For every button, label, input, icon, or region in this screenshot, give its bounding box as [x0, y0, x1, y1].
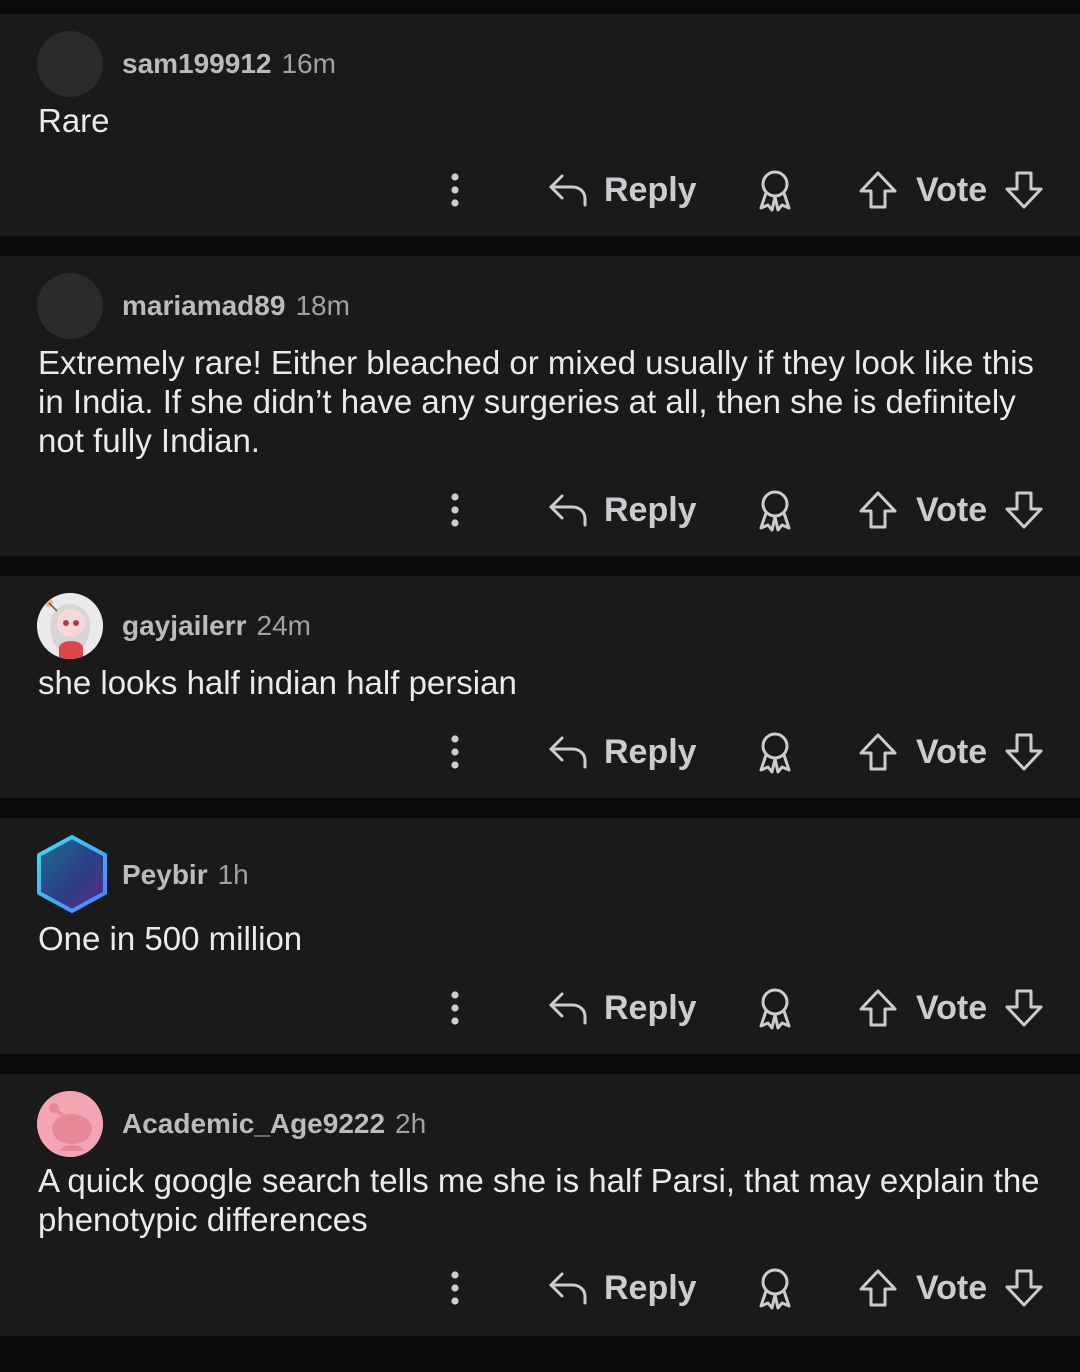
- upvote-arrow-icon: [858, 170, 898, 210]
- upvote-button[interactable]: [858, 988, 898, 1028]
- award-icon: [754, 1266, 796, 1310]
- award-icon: [754, 986, 796, 1030]
- reply-label: Reply: [604, 1268, 697, 1307]
- user-avatar[interactable]: [37, 1091, 103, 1157]
- timestamp: 1h: [217, 859, 249, 890]
- upvote-button[interactable]: [858, 490, 898, 530]
- reply-label: Reply: [604, 490, 697, 529]
- upvote-arrow-icon: [858, 1268, 898, 1308]
- comment-actions: Reply Vote: [0, 978, 1080, 1038]
- award-button[interactable]: [754, 986, 796, 1030]
- comment-meta: sam199912 16m: [122, 31, 336, 97]
- comment-meta: gayjailerr 24m: [122, 593, 311, 659]
- vote-label: Vote: [916, 171, 988, 209]
- award-button[interactable]: [754, 1266, 796, 1310]
- comment-body: she looks half indian half persian: [38, 664, 517, 701]
- comment-body: A quick google search tells me she is ha…: [38, 1162, 1040, 1238]
- username[interactable]: mariamad89: [122, 290, 285, 322]
- more-vertical-icon: [450, 493, 460, 527]
- username[interactable]: gayjailerr: [122, 610, 247, 642]
- reply-arrow-icon: [548, 492, 588, 528]
- downvote-button[interactable]: [1004, 170, 1044, 210]
- award-icon: [754, 730, 796, 774]
- more-options-button[interactable]: [435, 722, 475, 782]
- award-button[interactable]: [754, 168, 796, 212]
- vote-label: Vote: [916, 989, 988, 1027]
- more-options-button[interactable]: [435, 480, 475, 540]
- comment-body: Rare: [38, 102, 110, 139]
- vote-label: Vote: [916, 491, 988, 529]
- comment-card: gayjailerr 24m she looks half indian hal…: [0, 576, 1080, 798]
- comment-meta: mariamad89 18m: [122, 273, 350, 339]
- downvote-arrow-icon: [1004, 490, 1044, 530]
- more-options-button[interactable]: [435, 160, 475, 220]
- more-vertical-icon: [450, 735, 460, 769]
- more-vertical-icon: [450, 1271, 460, 1305]
- user-avatar[interactable]: [37, 273, 103, 339]
- comment-body: One in 500 million: [38, 920, 303, 957]
- reply-arrow-icon: [548, 990, 588, 1026]
- upvote-button[interactable]: [858, 170, 898, 210]
- downvote-button[interactable]: [1004, 988, 1044, 1028]
- username[interactable]: sam199912: [122, 48, 271, 80]
- upvote-arrow-icon: [858, 988, 898, 1028]
- user-avatar[interactable]: [37, 31, 103, 97]
- snoo-avatar-icon: [37, 1091, 103, 1157]
- comment-card: mariamad89 18m Extremely rare! Either bl…: [0, 256, 1080, 556]
- vote-label: Vote: [916, 1269, 988, 1307]
- user-avatar[interactable]: [37, 593, 103, 659]
- downvote-arrow-icon: [1004, 732, 1044, 772]
- comment-actions: Reply Vote: [0, 480, 1080, 540]
- award-icon: [754, 488, 796, 532]
- award-button[interactable]: [754, 730, 796, 774]
- comment-meta: Academic_Age9222 2h: [122, 1091, 426, 1157]
- downvote-button[interactable]: [1004, 732, 1044, 772]
- reply-button[interactable]: Reply: [548, 978, 697, 1038]
- more-options-button[interactable]: [435, 1258, 475, 1318]
- comment-meta: Peybir 1h: [122, 842, 249, 908]
- vote-label: Vote: [916, 733, 988, 771]
- reply-label: Reply: [604, 988, 697, 1027]
- more-options-button[interactable]: [435, 978, 475, 1038]
- downvote-arrow-icon: [1004, 988, 1044, 1028]
- downvote-arrow-icon: [1004, 1268, 1044, 1308]
- award-icon: [754, 168, 796, 212]
- award-button[interactable]: [754, 488, 796, 532]
- cartoon-character-icon: [37, 593, 103, 659]
- upvote-button[interactable]: [858, 732, 898, 772]
- upvote-button[interactable]: [858, 1268, 898, 1308]
- upvote-arrow-icon: [858, 490, 898, 530]
- timestamp: 16m: [281, 48, 336, 79]
- reply-button[interactable]: Reply: [548, 1258, 697, 1318]
- upvote-arrow-icon: [858, 732, 898, 772]
- user-avatar[interactable]: [35, 834, 109, 914]
- reply-button[interactable]: Reply: [548, 160, 697, 220]
- reply-button[interactable]: Reply: [548, 722, 697, 782]
- reply-arrow-icon: [548, 1270, 588, 1306]
- comment-body: Extremely rare! Either bleached or mixed…: [38, 344, 1034, 459]
- timestamp: 2h: [395, 1108, 427, 1139]
- comment-card: sam199912 16m Rare Reply Vote: [0, 14, 1080, 236]
- reply-arrow-icon: [548, 734, 588, 770]
- reply-arrow-icon: [548, 172, 588, 208]
- comment-card: Academic_Age9222 2h A quick google searc…: [0, 1074, 1080, 1336]
- more-vertical-icon: [450, 173, 460, 207]
- timestamp: 18m: [295, 290, 350, 321]
- timestamp: 24m: [256, 610, 311, 641]
- comment-actions: Reply Vote: [0, 1258, 1080, 1318]
- hexagon-avatar-icon: [37, 835, 107, 913]
- comment-card: Peybir 1h One in 500 million Reply Vote: [0, 818, 1080, 1054]
- downvote-button[interactable]: [1004, 490, 1044, 530]
- reply-button[interactable]: Reply: [548, 480, 697, 540]
- downvote-button[interactable]: [1004, 1268, 1044, 1308]
- username[interactable]: Peybir: [122, 859, 208, 891]
- comment-actions: Reply Vote: [0, 160, 1080, 220]
- reply-label: Reply: [604, 732, 697, 771]
- username[interactable]: Academic_Age9222: [122, 1108, 385, 1140]
- comment-actions: Reply Vote: [0, 722, 1080, 782]
- more-vertical-icon: [450, 991, 460, 1025]
- downvote-arrow-icon: [1004, 170, 1044, 210]
- reply-label: Reply: [604, 170, 697, 209]
